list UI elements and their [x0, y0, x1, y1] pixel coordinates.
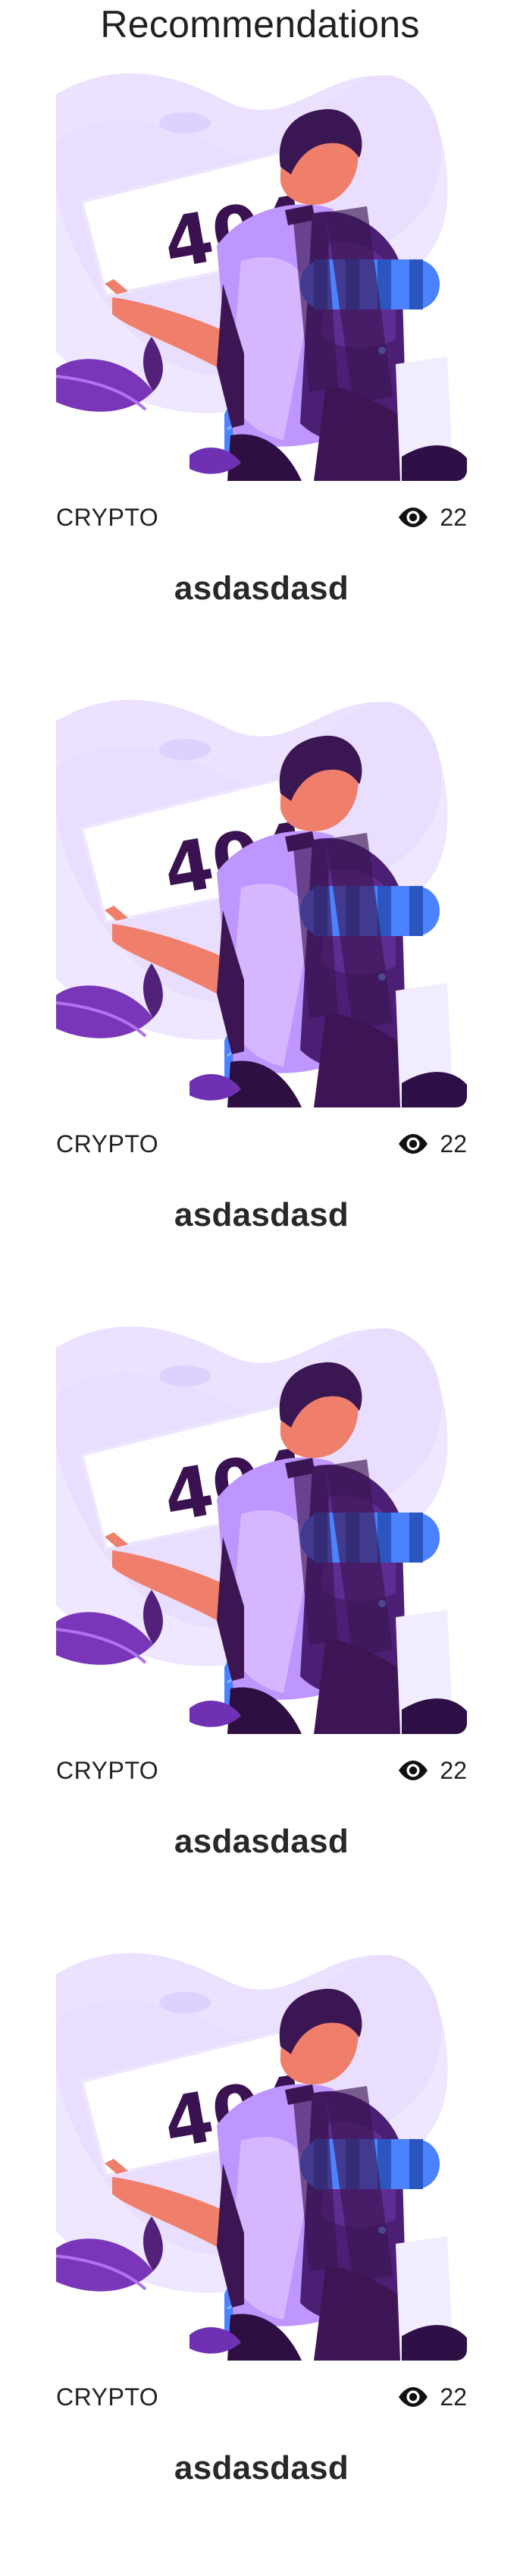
article-title[interactable]: asdasdasd: [56, 1819, 467, 1864]
recommendation-card[interactable]: 404: [0, 1949, 520, 2576]
eye-icon: [399, 1761, 428, 1780]
views-count: 22: [440, 1129, 467, 1158]
article-thumbnail[interactable]: 404: [56, 1949, 467, 2361]
view-count: 22: [397, 2383, 467, 2411]
view-count: 22: [397, 1757, 467, 1785]
article-thumbnail[interactable]: 404: [56, 696, 467, 1107]
view-count: 22: [397, 504, 467, 532]
card-meta: CRYPTO 22: [56, 1130, 467, 1158]
recommendations-page: Recommendations 404: [0, 0, 520, 2511]
views-count: 22: [440, 503, 467, 531]
eye-icon: [399, 507, 428, 527]
category-label[interactable]: CRYPTO: [56, 2383, 158, 2411]
card-meta: CRYPTO 22: [56, 1757, 467, 1784]
article-title[interactable]: asdasdasd: [56, 2446, 467, 2491]
page-title: Recommendations: [100, 3, 420, 46]
article-title[interactable]: asdasdasd: [56, 566, 467, 611]
category-label[interactable]: CRYPTO: [56, 504, 158, 532]
eye-icon: [399, 2387, 428, 2407]
recommendation-card[interactable]: 404: [0, 70, 520, 696]
article-thumbnail[interactable]: 404: [56, 1323, 467, 1734]
article-thumbnail[interactable]: 404: [56, 70, 467, 481]
eye-icon: [399, 1134, 428, 1154]
category-label[interactable]: CRYPTO: [56, 1130, 158, 1158]
recommendation-card[interactable]: 404: [0, 1323, 520, 1949]
view-count: 22: [397, 1130, 467, 1158]
card-meta: CRYPTO 22: [56, 2383, 467, 2411]
views-count: 22: [440, 2383, 467, 2411]
views-count: 22: [440, 1756, 467, 1784]
article-title[interactable]: asdasdasd: [56, 1192, 467, 1238]
card-meta: CRYPTO 22: [56, 504, 467, 531]
recommendation-card[interactable]: 404: [0, 696, 520, 1323]
category-label[interactable]: CRYPTO: [56, 1757, 158, 1785]
